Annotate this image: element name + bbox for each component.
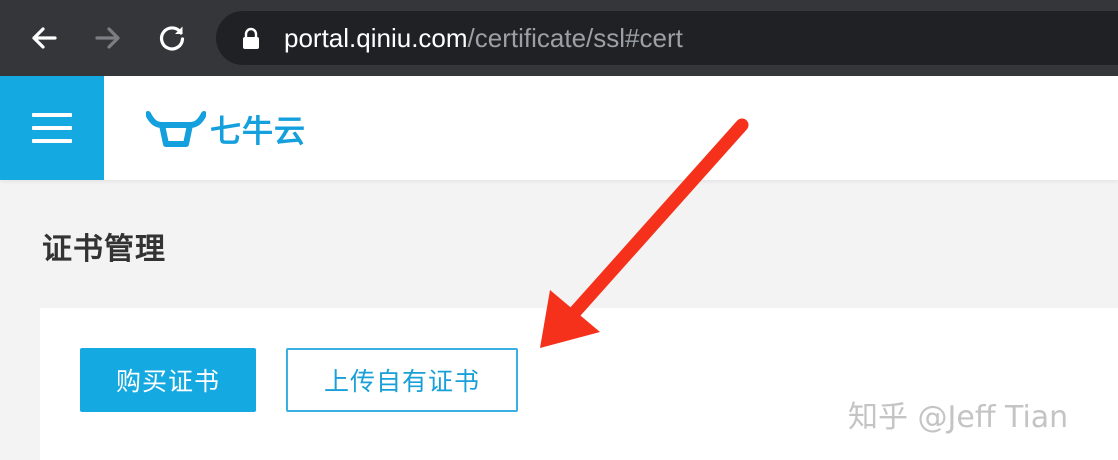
- reload-icon: [159, 26, 185, 51]
- app-header: 七牛云: [0, 76, 1118, 180]
- arrow-left-icon: [32, 27, 57, 49]
- page-title: 证书管理: [42, 232, 166, 267]
- url-text: portal.qiniu.com/certificate/ssl#cert: [284, 23, 683, 53]
- browser-toolbar: portal.qiniu.com/certificate/ssl#cert: [0, 0, 1118, 76]
- qiniu-logo[interactable]: 七牛云: [146, 104, 306, 152]
- hamburger-menu-icon: [32, 113, 72, 117]
- address-bar[interactable]: portal.qiniu.com/certificate/ssl#cert: [216, 11, 1118, 65]
- url-host: portal.qiniu.com: [284, 23, 468, 53]
- upload-own-certificate-button[interactable]: 上传自有证书: [286, 348, 518, 412]
- arrow-right-icon: [95, 27, 120, 49]
- hamburger-line: [32, 139, 72, 143]
- back-button[interactable]: [24, 18, 64, 58]
- buy-certificate-button[interactable]: 购买证书: [80, 348, 256, 412]
- certificate-actions-card: 购买证书 上传自有证书: [40, 308, 1118, 460]
- forward-button[interactable]: [88, 18, 128, 58]
- hamburger-line: [32, 126, 72, 130]
- logo-text: 七牛云: [210, 113, 306, 150]
- bull-logo-icon: [146, 111, 206, 147]
- watermark-text: 知乎 @Jeff Tian: [848, 400, 1069, 435]
- lock-icon: [243, 27, 259, 49]
- reload-button[interactable]: [152, 18, 192, 58]
- hamburger-menu-button[interactable]: [0, 76, 104, 180]
- url-path: /certificate/ssl#cert: [467, 23, 683, 53]
